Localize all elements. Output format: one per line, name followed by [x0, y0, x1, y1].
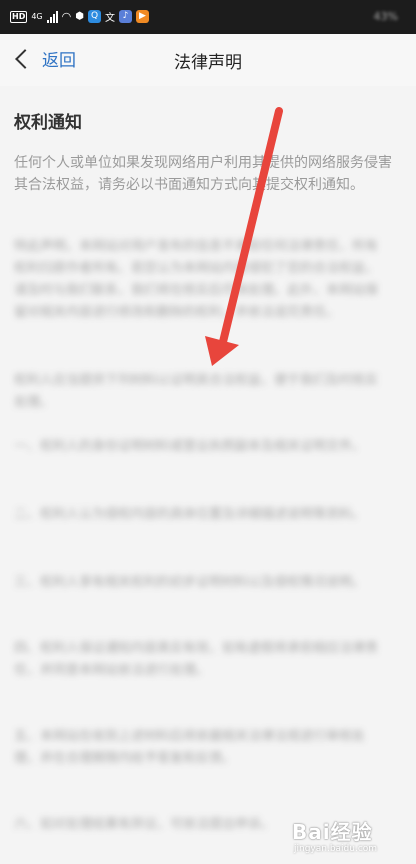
blurred-paragraph-7: 五、本网站在收到上述材料后将依据相关法律法规进行审核处理，并在合理期限内给予答复… — [14, 729, 366, 766]
wifi-icon: ◠ — [61, 10, 72, 23]
watermark-brand: Bai经验 — [292, 820, 373, 844]
page-title: 法律声明 — [174, 53, 242, 73]
watermark: Bai经验 jingyan.baidu.com — [288, 816, 408, 860]
shield-icon: ⬢ — [75, 11, 84, 22]
app-q-icon: Q — [87, 10, 101, 23]
paragraph-1: 任何个人或单位如果发现网络用户利用其提供的网络服务侵害其合法权益，请务必以书面通… — [14, 155, 392, 193]
blurred-paragraph-6: 四、权利人保证通知内容真实有效，如有虚假将承担相应法律责任，并同意本网站依法进行… — [14, 641, 379, 678]
content-area: 权利通知 任何个人或单位如果发现网络用户利用其提供的网络服务侵害其合法权益，请务… — [0, 86, 416, 864]
blurred-paragraph-2: 权利人应当提供下列材料以证明其合法权益，便于我们及时核实处理。 — [14, 373, 379, 410]
blurred-paragraph-4: 二、权利人认为侵权内容的具体位置及详细描述说明等资料。 — [14, 507, 366, 522]
battery-label: 43% — [373, 10, 398, 23]
status-bar: HD 4G ◠ ⬢ Q 文 ♪ ▶ 43% — [0, 0, 416, 34]
network-label: 4G — [31, 12, 43, 21]
translate-icon: 文 — [104, 13, 115, 24]
hd-badge: HD — [10, 10, 28, 23]
section-title: 权利通知 — [14, 113, 82, 133]
watermark-url: jingyan.baidu.com — [294, 844, 378, 854]
nav-header: 返回 法律声明 — [0, 34, 416, 86]
blurred-paragraph-5: 三、权利人享有相关权利的初步证明材料以及侵权情况说明。 — [14, 575, 366, 590]
app-orange-icon: ▶ — [135, 10, 149, 23]
blurred-paragraph-3: 一、权利人的身份证明材料或营业执照副本及相关证明文件。 — [14, 439, 366, 454]
status-icons: HD 4G ◠ ⬢ Q 文 ♪ ▶ — [10, 9, 149, 24]
signal-icon — [46, 10, 58, 23]
blurred-paragraph-1: 特此声明，本网站对用户发布的信息不承担任何法律责任，所有权利归原作者所有。若您认… — [14, 239, 379, 320]
app-music-icon: ♪ — [118, 10, 132, 23]
